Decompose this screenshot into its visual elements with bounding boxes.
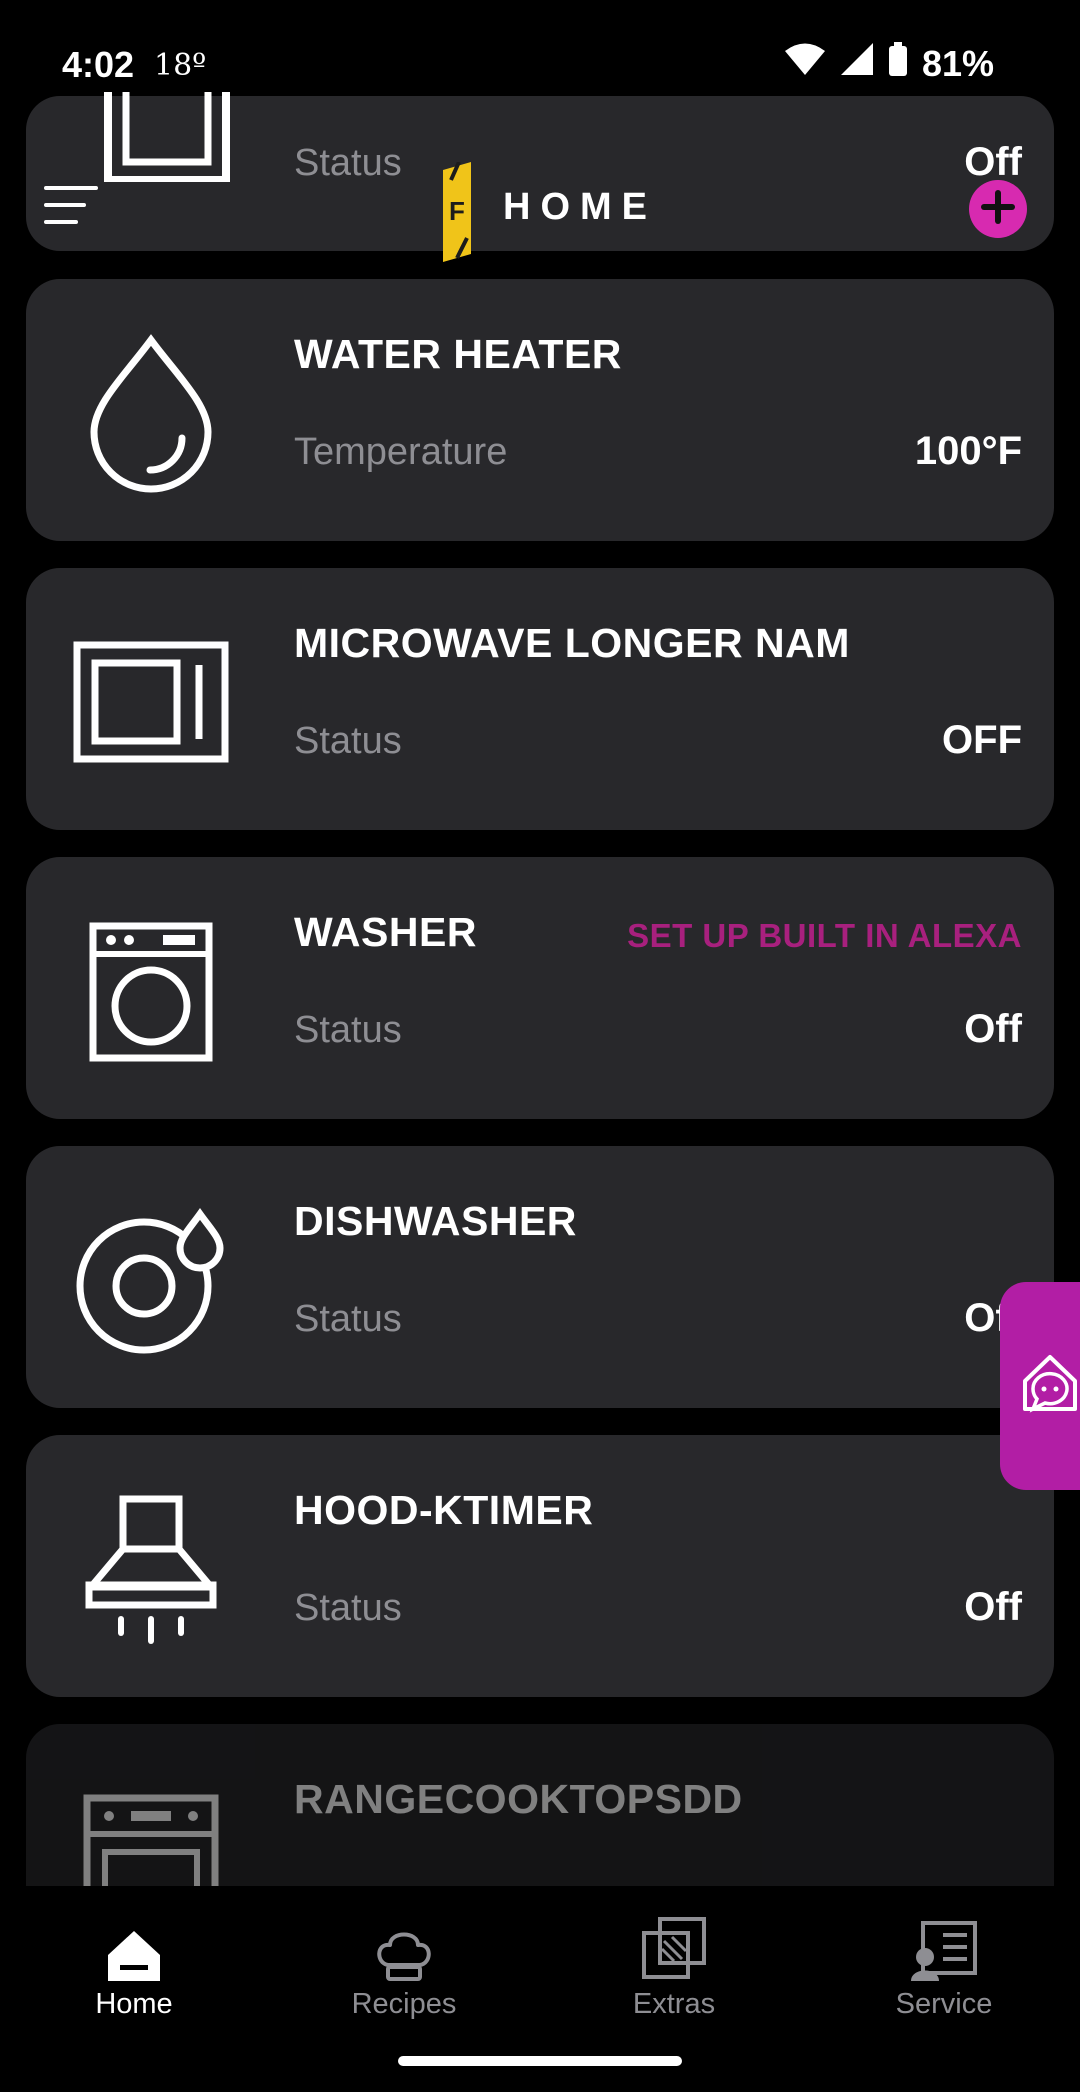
hood-icon xyxy=(66,1485,236,1655)
card-label: Status xyxy=(294,1009,402,1051)
nav-label: Extras xyxy=(632,1988,716,2020)
card-title: WASHER xyxy=(294,909,477,955)
card-label: Status xyxy=(294,1298,402,1340)
nav-label: Home xyxy=(95,1988,173,2020)
nav-recipes[interactable]: Recipes xyxy=(304,1906,504,2021)
signal-icon xyxy=(840,42,874,85)
service-icon xyxy=(911,1921,977,1986)
card-value: Off xyxy=(964,1007,1022,1051)
appliance-card-water-heater[interactable]: WATER HEATER Temperature 100°F xyxy=(26,279,1054,541)
brand-logo: F xyxy=(437,161,473,267)
card-value: Off xyxy=(964,1585,1022,1629)
app-header: F HOME xyxy=(0,150,1080,270)
card-label: Status xyxy=(294,1587,402,1629)
appliance-card-dishwasher[interactable]: DISHWASHER Status Off xyxy=(26,1146,1054,1408)
microwave-icon xyxy=(66,618,236,788)
card-title: RANGECOOKTOPSDD xyxy=(294,1776,743,1822)
plus-icon xyxy=(981,189,1015,229)
battery-percent: 81% xyxy=(921,42,994,84)
water-drop-icon xyxy=(66,329,236,499)
add-appliance-button[interactable] xyxy=(969,180,1027,238)
extras-icon xyxy=(642,1917,706,1986)
card-label: Temperature xyxy=(294,431,508,473)
appliance-card-microwave[interactable]: MICROWAVE LONGER NAM Status OFF xyxy=(26,568,1054,830)
menu-icon[interactable] xyxy=(44,186,100,231)
status-indicators: 81% xyxy=(784,42,994,85)
appliance-card-washer[interactable]: WASHER SET UP BUILT IN ALEXA Status Off xyxy=(26,857,1054,1119)
home-chat-icon xyxy=(1019,1351,1080,1422)
appliance-card-hood[interactable]: HOOD-KTIMER Status Off xyxy=(26,1435,1054,1697)
nav-label: Service xyxy=(895,1988,993,2020)
wifi-icon xyxy=(784,42,826,85)
card-label: Status xyxy=(294,720,402,762)
page-title: HOME xyxy=(503,186,657,228)
home-icon xyxy=(108,1931,160,1986)
nav-service[interactable]: Service xyxy=(844,1906,1044,2021)
card-title: WATER HEATER xyxy=(294,331,622,377)
logo-letter: F xyxy=(449,196,465,226)
card-title: DISHWASHER xyxy=(294,1198,577,1244)
card-title: HOOD-KTIMER xyxy=(294,1487,594,1533)
status-temperature: 18º xyxy=(154,48,207,83)
nav-label: Recipes xyxy=(351,1988,457,2020)
card-value: OFF xyxy=(942,718,1022,762)
card-title: MICROWAVE LONGER NAM xyxy=(294,620,850,666)
dishwasher-icon xyxy=(66,1196,236,1366)
home-indicator[interactable] xyxy=(398,2056,682,2066)
card-value: 100°F xyxy=(914,429,1022,473)
status-time: 4:02 xyxy=(62,44,135,85)
nav-extras[interactable]: Extras xyxy=(574,1906,774,2021)
setup-alexa-link[interactable]: SET UP BUILT IN ALEXA xyxy=(627,917,1022,955)
battery-icon xyxy=(888,42,908,85)
washer-icon xyxy=(66,907,236,1077)
assistant-chat-button[interactable] xyxy=(1000,1282,1080,1490)
chef-hat-icon xyxy=(376,1929,432,1986)
nav-home[interactable]: Home xyxy=(34,1906,234,2021)
